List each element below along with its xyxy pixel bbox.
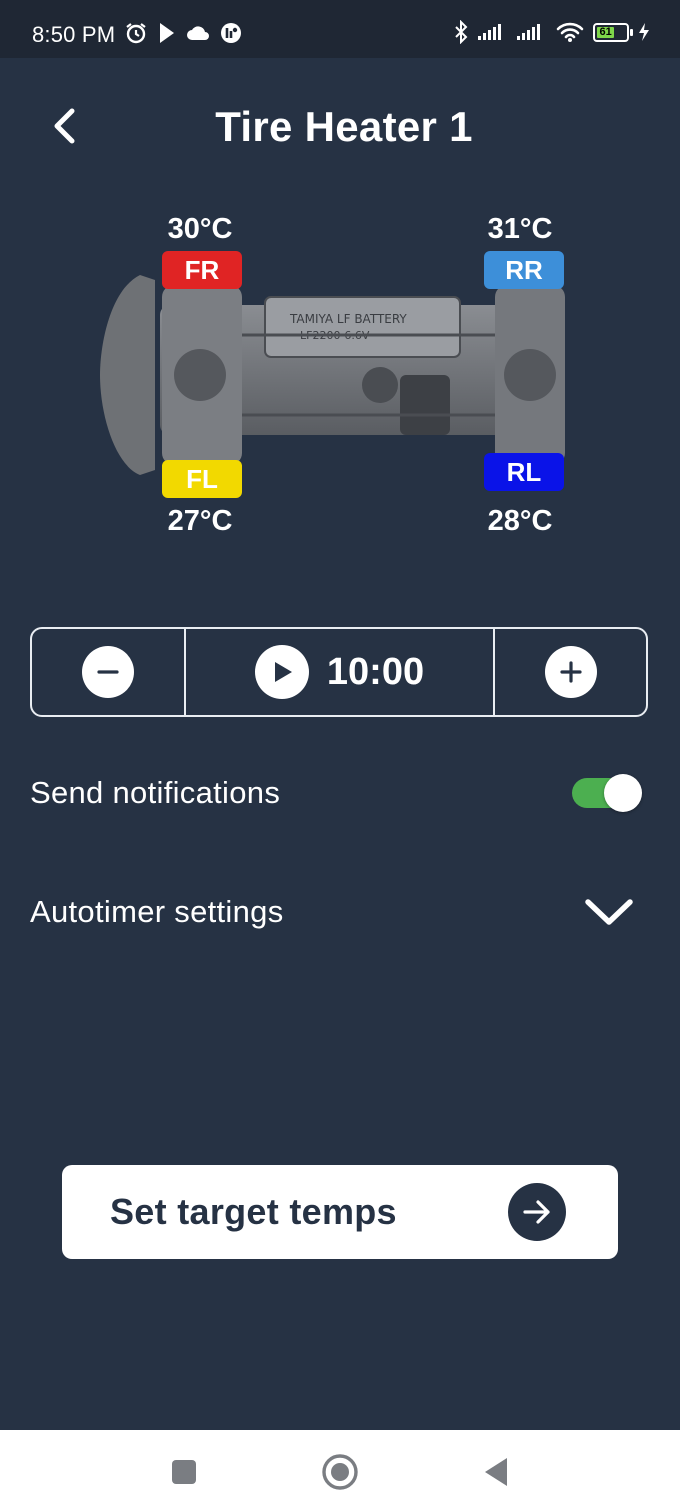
notifications-toggle[interactable] [572,774,642,812]
notifications-row: Send notifications [30,773,642,813]
alarm-icon [126,23,146,44]
plus-icon [544,646,597,698]
tire-temperature-panel: TAMIYA LF BATTERY LF2200-6.6V 30°C FR 31… [0,200,680,560]
decrease-time-button[interactable] [32,629,186,715]
home-button[interactable] [320,1452,360,1492]
svg-text:TAMIYA LF BATTERY: TAMIYA LF BATTERY [289,312,407,326]
page-title: Tire Heater 1 [215,103,473,150]
battery-icon: 61 [593,22,633,42]
autotimer-row[interactable]: Autotimer settings [30,890,640,934]
status-time: 8:50 PM [32,22,116,47]
timer-value: 10:00 [326,650,425,693]
arrow-right-icon [508,1183,566,1241]
tire-tag-rl[interactable]: RL [484,453,564,491]
header: Tire Heater 1 [0,58,680,198]
toggle-knob [604,774,642,812]
temp-fl: 27°C [167,505,233,537]
chevron-down-icon[interactable] [584,897,634,927]
timer-control: 10:00 [30,627,648,717]
back-icon [485,1458,507,1486]
signal-icon [517,24,540,40]
bluetooth-icon [455,20,468,44]
app-icon [221,23,241,43]
temp-fr: 30°C [167,213,233,245]
signal-icon [478,24,501,40]
minus-icon [82,646,134,698]
temp-rl: 28°C [487,505,553,537]
play-icon [274,662,292,682]
recents-icon [172,1460,196,1484]
back-nav-button[interactable] [476,1452,516,1492]
charging-icon [639,23,649,41]
system-nav-bar [0,1430,680,1511]
recents-button[interactable] [164,1452,204,1492]
notifications-label: Send notifications [30,775,281,810]
increase-time-button[interactable] [495,629,646,715]
tire-tag-fr[interactable]: FR [162,251,242,289]
timer-display: 10:00 [186,629,495,715]
car-chassis-image: TAMIYA LF BATTERY LF2200-6.6V [100,275,565,475]
play-store-icon [160,23,174,43]
set-target-temps-button[interactable]: Set target temps [62,1165,618,1259]
autotimer-label: Autotimer settings [30,894,284,929]
battery-level: 61 [597,26,615,38]
status-icons-left [124,21,242,45]
status-icons-right: 61 [453,20,650,44]
wifi-icon [556,22,584,42]
tire-tag-fl[interactable]: FL [162,460,242,498]
temp-rr: 31°C [487,213,553,245]
tire-tag-rr[interactable]: RR [484,251,564,289]
play-button[interactable] [254,645,309,699]
set-target-temps-label: Set target temps [110,1191,397,1232]
home-icon [322,1454,358,1490]
status-bar: 8:50 PM 61 [0,0,680,58]
cloud-icon [187,26,209,40]
